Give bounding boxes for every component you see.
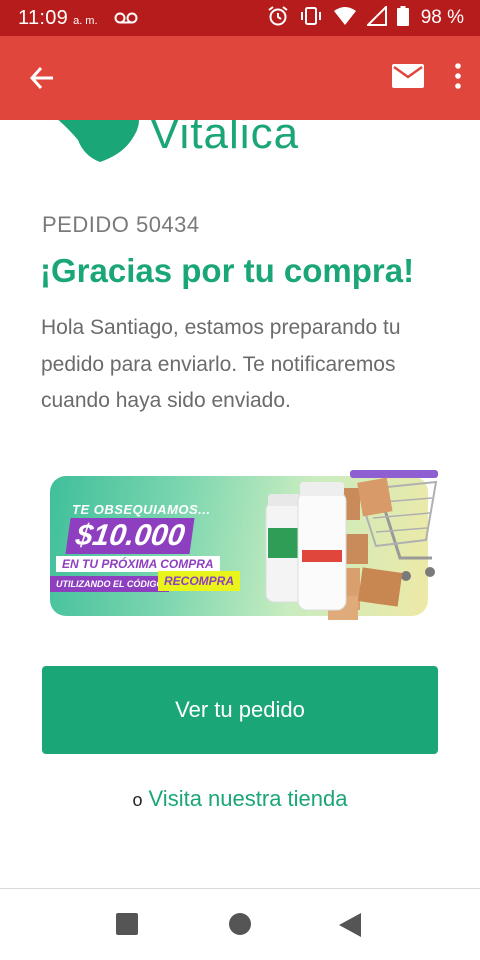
status-bar: 11:09 a. m. 98 %: [0, 0, 480, 36]
voicemail-icon: [114, 11, 138, 25]
status-ampm: a. m.: [73, 14, 98, 27]
supplement-bottles-icon: [265, 482, 347, 611]
store-prefix: o: [132, 790, 143, 810]
mail-icon[interactable]: [392, 63, 424, 93]
battery-percent: 98 %: [420, 7, 464, 28]
promo-products-illustration: [265, 470, 438, 620]
back-triangle-icon[interactable]: [339, 913, 361, 942]
promo-amount: $10.000: [65, 518, 195, 554]
view-order-button[interactable]: Ver tu pedido: [42, 666, 438, 754]
store-line: o Visita nuestra tienda: [0, 786, 480, 812]
brand-logo: Vitalica: [54, 120, 299, 171]
recents-square-icon[interactable]: [116, 913, 138, 940]
signal-icon: [365, 4, 387, 31]
thanks-heading: ¡Gracias por tu compra!: [40, 252, 415, 289]
promo-line3: UTILIZANDO EL CÓDIGO: [50, 576, 170, 592]
more-vert-icon[interactable]: [454, 62, 462, 94]
promo-line1: TE OBSEQUIAMOS...: [72, 502, 211, 517]
status-icons: 98 %: [267, 4, 464, 32]
battery-icon: [396, 5, 409, 31]
navigation-bar: [0, 888, 480, 960]
alarm-icon: [267, 5, 289, 32]
back-arrow-icon[interactable]: [24, 60, 60, 96]
home-circle-icon[interactable]: [229, 913, 251, 940]
leaf-icon: [54, 120, 144, 171]
brand-name: Vitalica: [150, 120, 300, 158]
visit-store-link[interactable]: Visita nuestra tienda: [149, 786, 348, 811]
app-bar: [0, 36, 480, 120]
greeting-message: Hola Santiago, estamos preparando tu ped…: [41, 316, 401, 412]
promo-banner[interactable]: TE OBSEQUIAMOS... $10.000 EN TU PRÓXIMA …: [50, 458, 438, 620]
vibrate-icon: [299, 6, 323, 31]
order-number: PEDIDO 50434: [42, 212, 200, 237]
wifi-icon: [333, 6, 357, 31]
promo-line2: EN TU PRÓXIMA COMPRA: [56, 556, 220, 572]
status-time: 11:09: [18, 6, 69, 29]
email-body: Vitalica PEDIDO 50434 ¡Gracias por tu co…: [0, 120, 480, 888]
